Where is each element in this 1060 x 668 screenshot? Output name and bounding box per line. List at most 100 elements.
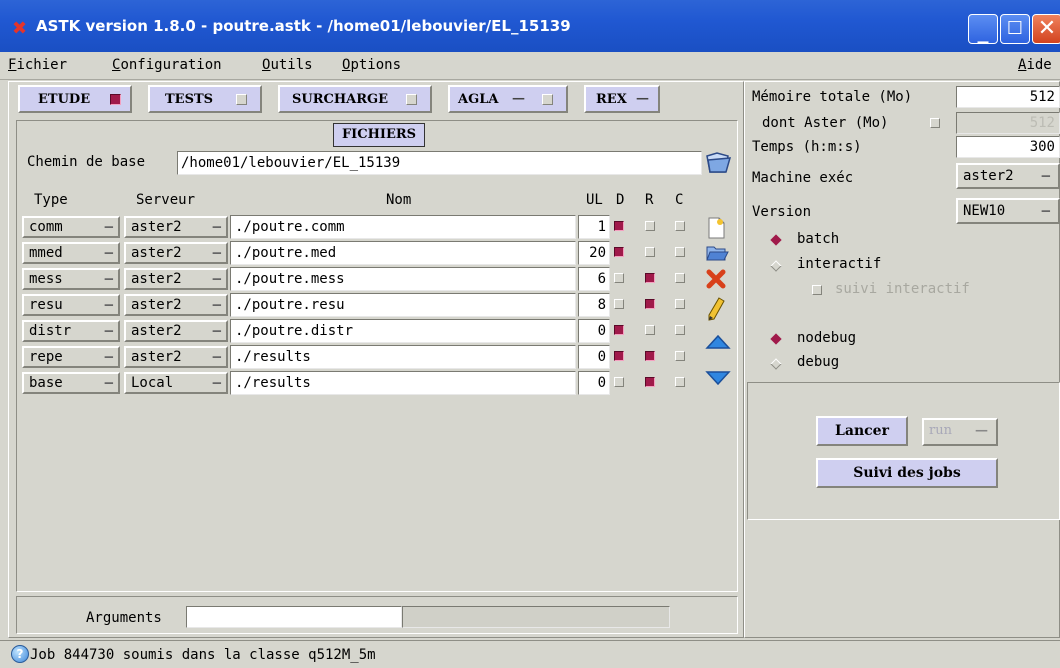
- serveur-select[interactable]: aster2 —: [124, 320, 228, 342]
- d-checkbox[interactable]: [614, 299, 624, 309]
- delete-icon[interactable]: [705, 268, 727, 294]
- tab-rex[interactable]: REX —: [584, 85, 660, 113]
- tab-agla[interactable]: AGLA —: [448, 85, 568, 113]
- tab-agla-menu-icon[interactable]: —: [512, 91, 528, 106]
- move-up-icon[interactable]: [705, 334, 731, 354]
- type-dropdown-icon: —: [104, 375, 113, 391]
- serveur-select[interactable]: aster2 —: [124, 294, 228, 316]
- machine-select[interactable]: aster2 —: [956, 163, 1060, 189]
- d-checkbox[interactable]: [614, 377, 624, 387]
- c-checkbox[interactable]: [675, 273, 685, 283]
- nom-input[interactable]: ./results: [230, 345, 576, 369]
- ul-input[interactable]: 8: [578, 293, 610, 317]
- c-checkbox[interactable]: [675, 247, 685, 257]
- menu-fichier[interactable]: Fichier: [8, 57, 67, 73]
- menu-aide[interactable]: Aide: [1018, 57, 1052, 73]
- c-checkbox[interactable]: [675, 325, 685, 335]
- nom-input[interactable]: ./results: [230, 371, 576, 395]
- type-select[interactable]: base —: [22, 372, 120, 394]
- c-checkbox[interactable]: [675, 221, 685, 231]
- r-checkbox[interactable]: [645, 273, 655, 283]
- close-button[interactable]: ✕: [1032, 14, 1060, 44]
- aster-memory-input: 512: [956, 112, 1060, 134]
- tab-etude[interactable]: ETUDE: [18, 85, 132, 113]
- ul-input[interactable]: 0: [578, 319, 610, 343]
- serveur-value: aster2: [131, 297, 182, 313]
- suivi-jobs-button[interactable]: Suivi des jobs: [816, 458, 998, 488]
- run-select: run —: [922, 418, 998, 446]
- type-select[interactable]: mess —: [22, 268, 120, 290]
- d-checkbox[interactable]: [614, 221, 624, 231]
- tab-surcharge[interactable]: SURCHARGE: [278, 85, 432, 113]
- menu-configuration[interactable]: Configuration: [112, 57, 222, 73]
- serveur-value: aster2: [131, 323, 182, 339]
- tab-etude-checkbox[interactable]: [110, 94, 121, 105]
- nom-input[interactable]: ./poutre.distr: [230, 319, 576, 343]
- type-value: repe: [29, 349, 63, 365]
- serveur-select[interactable]: aster2 —: [124, 268, 228, 290]
- lancer-button[interactable]: Lancer: [816, 416, 908, 446]
- ul-input[interactable]: 6: [578, 267, 610, 291]
- ul-input[interactable]: 20: [578, 241, 610, 265]
- memoire-input[interactable]: 512: [956, 86, 1060, 108]
- version-select[interactable]: NEW10 —: [956, 198, 1060, 224]
- ul-input[interactable]: 0: [578, 345, 610, 369]
- r-checkbox[interactable]: [645, 247, 655, 257]
- tab-rex-menu-icon[interactable]: —: [636, 91, 652, 106]
- tab-surcharge-checkbox[interactable]: [406, 94, 417, 105]
- r-checkbox[interactable]: [645, 221, 655, 231]
- nom-input[interactable]: ./poutre.resu: [230, 293, 576, 317]
- tab-agla-checkbox[interactable]: [542, 94, 553, 105]
- menu-outils[interactable]: Outils: [262, 57, 313, 73]
- new-file-icon[interactable]: [705, 216, 727, 244]
- tab-tests-checkbox[interactable]: [236, 94, 247, 105]
- type-value: mmed: [29, 245, 63, 261]
- type-select[interactable]: resu —: [22, 294, 120, 316]
- type-select[interactable]: mmed —: [22, 242, 120, 264]
- batch-label: batch: [797, 231, 840, 247]
- d-checkbox[interactable]: [614, 325, 624, 335]
- d-checkbox[interactable]: [614, 247, 624, 257]
- r-checkbox[interactable]: [645, 299, 655, 309]
- serveur-dropdown-icon: —: [212, 271, 221, 287]
- type-select[interactable]: comm —: [22, 216, 120, 238]
- serveur-select[interactable]: aster2 —: [124, 242, 228, 264]
- temps-label: Temps (h:m:s): [752, 139, 862, 155]
- nom-input[interactable]: ./poutre.comm: [230, 215, 576, 239]
- c-checkbox[interactable]: [675, 299, 685, 309]
- serveur-select[interactable]: aster2 —: [124, 216, 228, 238]
- open-file-icon[interactable]: [705, 242, 729, 268]
- r-checkbox[interactable]: [645, 351, 655, 361]
- arguments-input[interactable]: [186, 606, 402, 628]
- serveur-select[interactable]: aster2 —: [124, 346, 228, 368]
- help-icon[interactable]: ?: [11, 645, 29, 663]
- aster-memory-checkbox[interactable]: [930, 118, 940, 128]
- temps-input[interactable]: 300: [956, 136, 1060, 158]
- c-checkbox[interactable]: [675, 351, 685, 361]
- chemin-input[interactable]: /home01/lebouvier/EL_15139: [177, 151, 702, 175]
- serveur-dropdown-icon: —: [212, 323, 221, 339]
- r-checkbox[interactable]: [645, 377, 655, 387]
- move-down-icon[interactable]: [705, 370, 731, 390]
- type-select[interactable]: distr —: [22, 320, 120, 342]
- open-folder-icon[interactable]: [704, 150, 732, 180]
- menu-options[interactable]: Options: [342, 57, 401, 73]
- c-checkbox[interactable]: [675, 377, 685, 387]
- maximize-button[interactable]: ☐: [1000, 14, 1030, 44]
- serveur-select[interactable]: Local —: [124, 372, 228, 394]
- machine-value: aster2: [963, 168, 1014, 184]
- tab-tests[interactable]: TESTS: [148, 85, 262, 113]
- edit-pencil-icon[interactable]: [705, 296, 727, 326]
- serveur-dropdown-icon: —: [212, 245, 221, 261]
- d-checkbox[interactable]: [614, 351, 624, 361]
- nom-input[interactable]: ./poutre.med: [230, 241, 576, 265]
- run-value: run: [929, 423, 952, 438]
- minimize-button[interactable]: _: [968, 14, 998, 44]
- machine-label: Machine exéc: [752, 170, 854, 186]
- d-checkbox[interactable]: [614, 273, 624, 283]
- type-select[interactable]: repe —: [22, 346, 120, 368]
- nom-input[interactable]: ./poutre.mess: [230, 267, 576, 291]
- r-checkbox[interactable]: [645, 325, 655, 335]
- ul-input[interactable]: 0: [578, 371, 610, 395]
- ul-input[interactable]: 1: [578, 215, 610, 239]
